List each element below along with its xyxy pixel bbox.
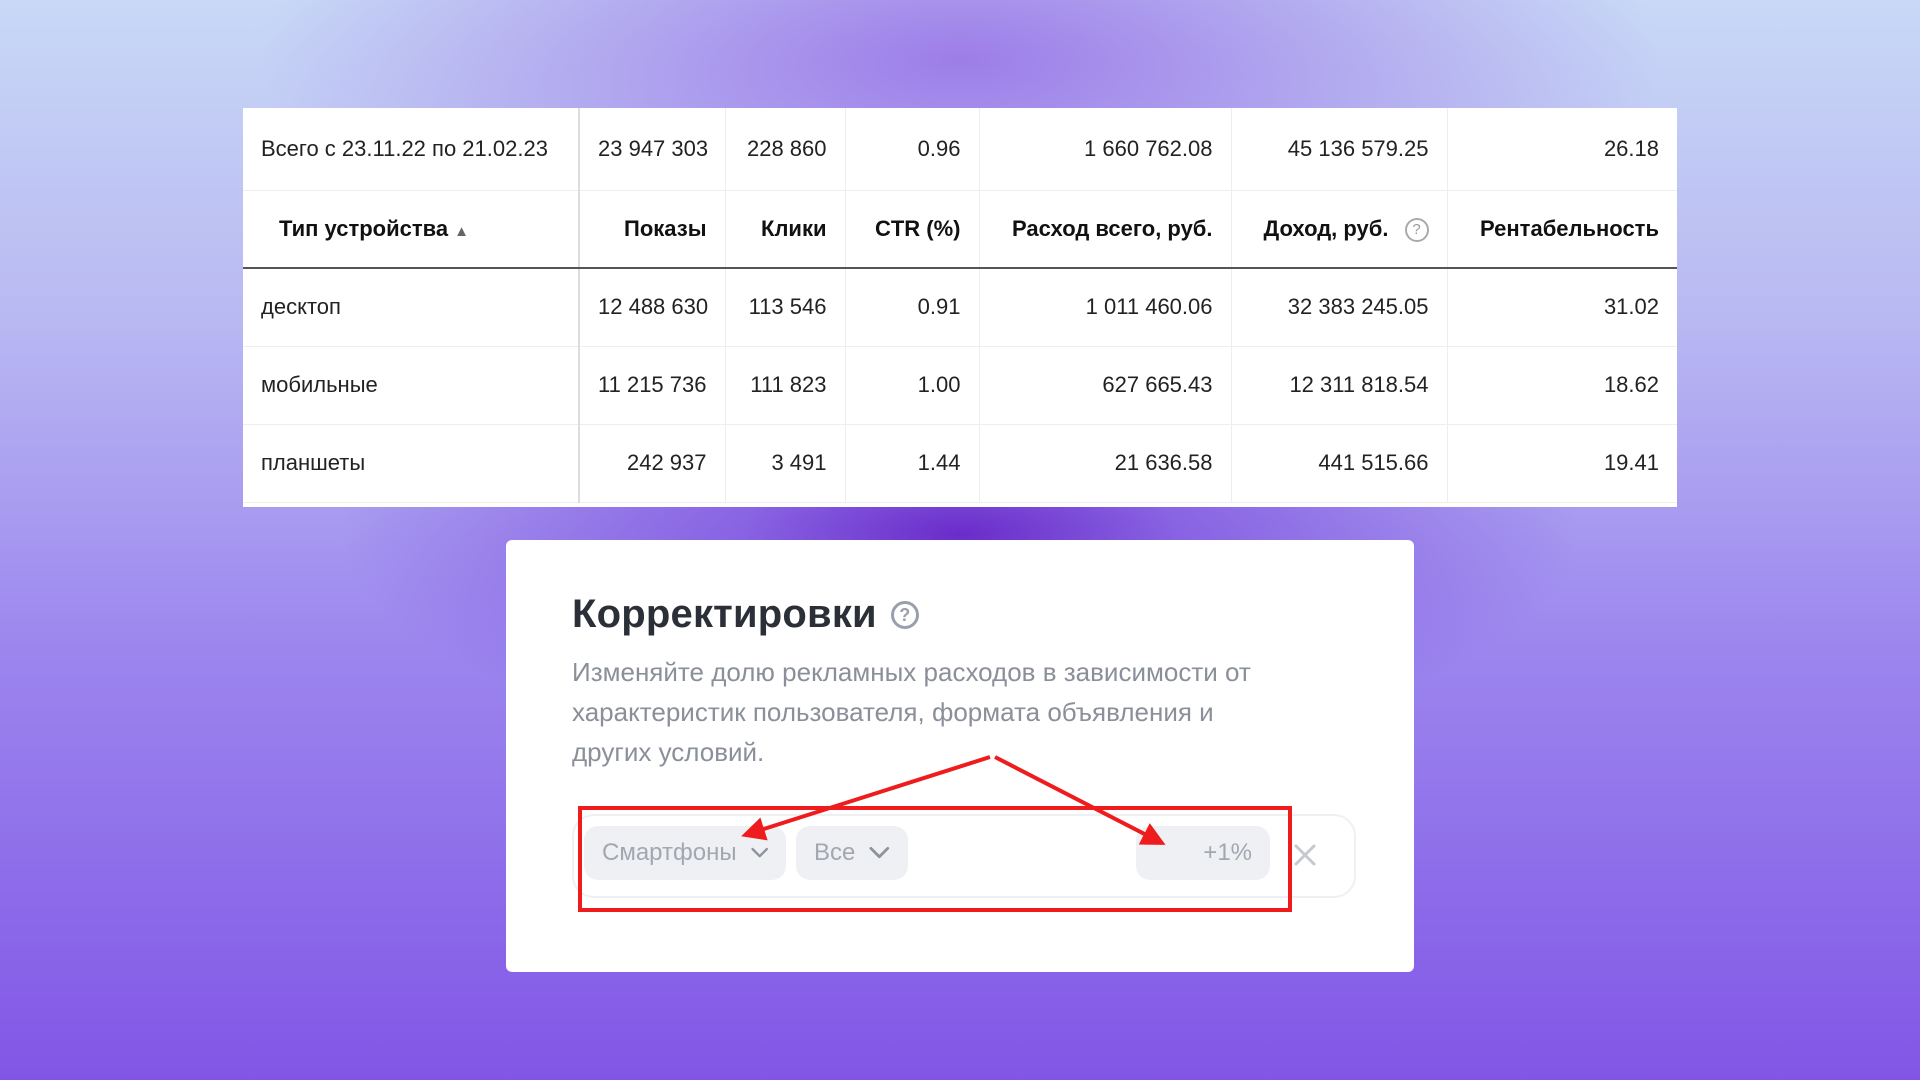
row-clicks: 111 823 <box>725 346 846 425</box>
header-impressions[interactable]: Показы <box>579 190 726 269</box>
row-profitability: 18.62 <box>1447 346 1677 425</box>
row-income: 441 515.66 <box>1231 424 1448 503</box>
header-profitability[interactable]: Рентабельность <box>1447 190 1677 269</box>
close-icon[interactable] <box>1292 842 1318 868</box>
row-impressions: 242 937 <box>579 424 726 503</box>
adjustments-title: Корректировки? <box>572 592 919 637</box>
table-header-row: Тип устройства ▲ Показы Клики CTR (%) Рас… <box>243 190 1677 269</box>
sort-ascending-icon: ▲ <box>454 222 469 240</box>
adjustment-rule-row: Смартфоны Все +1% <box>572 814 1356 898</box>
row-clicks: 3 491 <box>725 424 846 503</box>
header-income[interactable]: Доход, руб.? <box>1231 190 1448 269</box>
adjustments-description: Изменяйте долю рекламных расходов в зави… <box>572 657 1251 767</box>
row-income: 12 311 818.54 <box>1231 346 1448 425</box>
row-profitability: 19.41 <box>1447 424 1677 503</box>
header-device-label: Тип устройства <box>279 215 449 241</box>
total-impressions: 23 947 303 <box>579 108 726 191</box>
device-stats-table-panel: Всего с 23.11.22 по 21.02.23 23 947 303 … <box>243 108 1677 507</box>
row-ctr: 1.44 <box>845 424 980 503</box>
row-impressions: 11 215 736 <box>579 346 726 425</box>
total-clicks: 228 860 <box>725 108 846 191</box>
row-device: мобильные <box>243 346 580 425</box>
total-profitability: 26.18 <box>1447 108 1677 191</box>
row-income: 32 383 245.05 <box>1231 268 1448 347</box>
adjustments-card: Корректировки? Изменяйте долю рекламных … <box>506 540 1414 972</box>
table-row: десктоп 12 488 630 113 546 0.91 1 011 46… <box>243 268 1677 347</box>
header-ctr[interactable]: CTR (%) <box>845 190 980 269</box>
row-clicks: 113 546 <box>725 268 846 347</box>
total-label: Всего с 23.11.22 по 21.02.23 <box>243 108 580 191</box>
total-spend: 1 660 762.08 <box>979 108 1232 191</box>
row-ctr: 1.00 <box>845 346 980 425</box>
row-spend: 21 636.58 <box>979 424 1232 503</box>
header-spend[interactable]: Расход всего, руб. <box>979 190 1232 269</box>
header-clicks[interactable]: Клики <box>725 190 846 269</box>
header-device-type[interactable]: Тип устройства ▲ <box>243 190 580 269</box>
total-ctr: 0.96 <box>845 108 980 191</box>
device-stats-table: Всего с 23.11.22 по 21.02.23 23 947 303 … <box>243 108 1677 503</box>
chevron-down-icon <box>750 847 768 858</box>
row-spend: 1 011 460.06 <box>979 268 1232 347</box>
row-spend: 627 665.43 <box>979 346 1232 425</box>
header-income-label: Доход, руб. <box>1263 215 1389 241</box>
device-type-select[interactable]: Смартфоны <box>584 826 786 880</box>
row-device: десктоп <box>243 268 580 347</box>
os-filter-select[interactable]: Все <box>796 826 908 880</box>
chevron-down-icon <box>869 846 890 859</box>
question-circle-icon[interactable]: ? <box>1404 217 1429 242</box>
total-income: 45 136 579.25 <box>1231 108 1448 191</box>
row-profitability: 31.02 <box>1447 268 1677 347</box>
table-row: мобильные 11 215 736 111 823 1.00 627 66… <box>243 346 1677 425</box>
adjustments-title-text: Корректировки <box>572 592 877 636</box>
row-impressions: 12 488 630 <box>579 268 726 347</box>
percent-adjustment-input[interactable]: +1% <box>1136 826 1270 880</box>
question-circle-icon[interactable]: ? <box>890 601 919 629</box>
device-type-value: Смартфоны <box>602 839 737 866</box>
table-row: планшеты 242 937 3 491 1.44 21 636.58 44… <box>243 424 1677 503</box>
total-row: Всего с 23.11.22 по 21.02.23 23 947 303 … <box>243 108 1677 191</box>
os-filter-value: Все <box>814 839 856 866</box>
row-device: планшеты <box>243 424 580 503</box>
row-ctr: 0.91 <box>845 268 980 347</box>
